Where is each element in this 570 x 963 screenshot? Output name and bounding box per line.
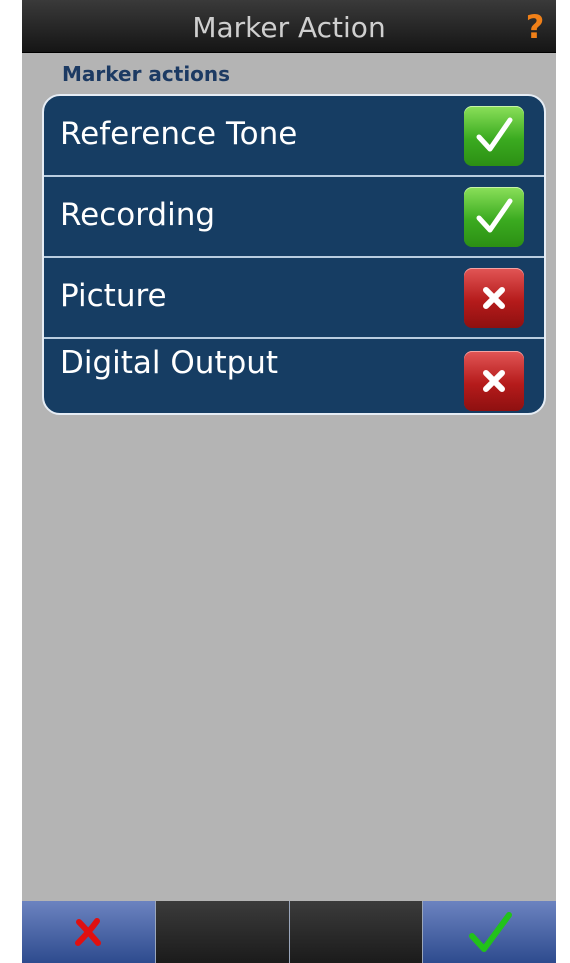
red-x-icon xyxy=(75,918,102,946)
marker-action-label: Digital Output xyxy=(60,345,279,381)
marker-action-recording[interactable]: Recording xyxy=(44,177,544,258)
marker-action-picture[interactable]: Picture xyxy=(44,258,544,339)
marker-action-label: Recording xyxy=(60,197,216,233)
x-toggle-icon[interactable] xyxy=(464,351,524,411)
check-toggle-icon[interactable] xyxy=(464,106,524,166)
device-screen: Marker Action ? Marker actions Reference… xyxy=(22,0,556,963)
check-toggle-icon[interactable] xyxy=(464,187,524,247)
help-icon[interactable]: ? xyxy=(520,6,550,46)
section-label: Marker actions xyxy=(62,62,231,86)
green-check-icon xyxy=(468,912,512,952)
bottom-toolbar xyxy=(22,901,556,963)
cancel-button[interactable] xyxy=(22,901,156,963)
toolbar-slot-3 xyxy=(289,901,424,963)
toolbar-slot-2 xyxy=(155,901,290,963)
x-toggle-icon[interactable] xyxy=(464,268,524,328)
title-bar: Marker Action ? xyxy=(22,0,556,53)
marker-actions-list: Reference Tone Recording Picture Digital… xyxy=(42,94,546,415)
confirm-button[interactable] xyxy=(423,901,556,963)
marker-action-label: Reference Tone xyxy=(60,116,298,152)
page-title: Marker Action xyxy=(192,11,386,44)
marker-action-digital-output[interactable]: Digital Output xyxy=(44,339,544,413)
marker-action-label: Picture xyxy=(60,278,167,314)
marker-action-reference-tone[interactable]: Reference Tone xyxy=(44,96,544,177)
